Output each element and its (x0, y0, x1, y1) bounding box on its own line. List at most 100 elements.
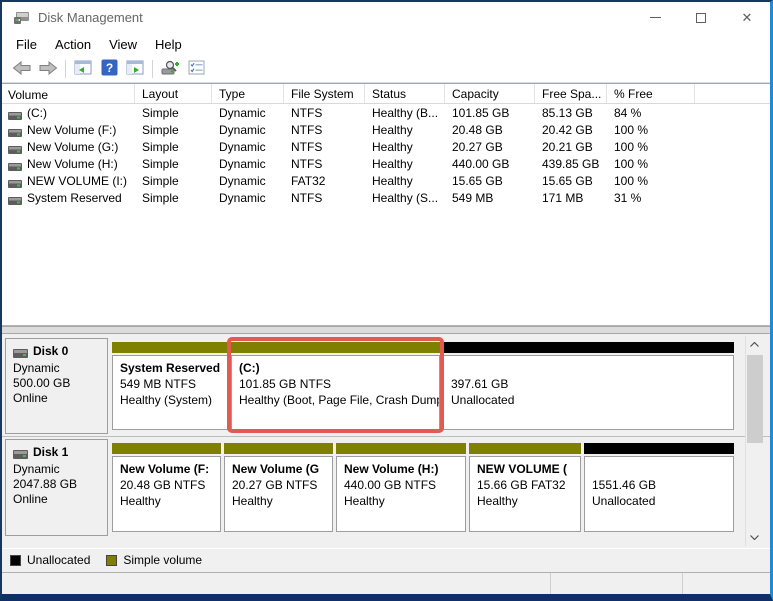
menu-bar: File Action View Help (2, 33, 770, 56)
column-header-volume[interactable]: Volume (2, 84, 135, 103)
table-row[interactable]: New Volume (H:) Simple Dynamic NTFS Heal… (2, 155, 770, 172)
partition-status: Healthy (Boot, Page File, Crash Dump (239, 392, 437, 408)
close-button[interactable]: ✕ (724, 2, 770, 33)
menu-action[interactable]: Action (46, 35, 100, 54)
partition-unallocated[interactable]: 1551.46 GB Unallocated (584, 443, 734, 532)
close-icon: ✕ (742, 10, 753, 26)
partition-status: Healthy (477, 493, 578, 509)
cell-type: Dynamic (212, 123, 284, 137)
disk-0-row: Disk 0 Dynamic 500.00 GB Online System R… (2, 336, 770, 437)
status-bar (2, 573, 770, 594)
scroll-down-button[interactable] (746, 529, 764, 546)
table-row[interactable]: (C:) Simple Dynamic NTFS Healthy (B... 1… (2, 104, 770, 121)
back-button[interactable] (9, 58, 35, 81)
disk-0-label[interactable]: Disk 0 Dynamic 500.00 GB Online (5, 338, 108, 434)
volume-name: NEW VOLUME (I:) (27, 174, 127, 188)
partition-i-drive[interactable]: NEW VOLUME ( 15.66 GB FAT32 Healthy (469, 443, 581, 532)
menu-file[interactable]: File (7, 35, 46, 54)
partition-h-drive[interactable]: New Volume (H:) 440.00 GB NTFS Healthy (336, 443, 466, 532)
column-header-file-system[interactable]: File System (284, 84, 365, 103)
partition-detail: 20.27 GB NTFS (232, 477, 330, 493)
disk-size: 500.00 GB (13, 376, 103, 391)
disk-1-label[interactable]: Disk 1 Dynamic 2047.88 GB Online (5, 439, 108, 536)
cell-type: Dynamic (212, 174, 284, 188)
disk-view-button[interactable] (157, 58, 183, 81)
menu-view[interactable]: View (100, 35, 146, 54)
disk-icon (13, 448, 28, 457)
vertical-scrollbar[interactable] (745, 336, 763, 546)
pane-splitter[interactable] (2, 326, 770, 334)
chevron-up-icon (750, 342, 759, 347)
partition-f-drive[interactable]: New Volume (F: 20.48 GB NTFS Healthy (112, 443, 221, 532)
partition-status: Healthy (232, 493, 330, 509)
help-button[interactable]: ? (96, 58, 122, 81)
partition-detail: 397.61 GB (451, 376, 731, 392)
disk-icon (13, 347, 28, 356)
partition-detail: 1551.46 GB (592, 477, 731, 493)
disk-kind: Dynamic (13, 462, 103, 477)
cell-status: Healthy (365, 140, 445, 154)
disk-management-window: Disk Management ✕ File Action View Help (0, 0, 773, 601)
column-header-type[interactable]: Type (212, 84, 284, 103)
partition-g-drive[interactable]: New Volume (G 20.27 GB NTFS Healthy (224, 443, 333, 532)
legend-bar: Unallocated Simple volume (2, 548, 770, 573)
partition-unallocated[interactable]: 397.61 GB Unallocated (443, 342, 734, 430)
disk-0-partitions: System Reserved 549 MB NTFS Healthy (Sys… (108, 338, 738, 434)
help-icon: ? (101, 59, 118, 79)
scrollbar-track[interactable] (746, 353, 764, 529)
cell-capacity: 20.48 GB (445, 123, 535, 137)
graphical-view: Disk 0 Dynamic 500.00 GB Online System R… (2, 334, 770, 548)
cell-type: Dynamic (212, 106, 284, 120)
disk-name: Disk 1 (33, 445, 68, 459)
legend-label: Unallocated (27, 553, 90, 567)
maximize-button[interactable] (678, 2, 724, 33)
unallocated-swatch-icon (10, 555, 21, 566)
table-row[interactable]: New Volume (F:) Simple Dynamic NTFS Heal… (2, 121, 770, 138)
column-header-pct-free[interactable]: % Free (607, 84, 695, 103)
table-row[interactable]: New Volume (G:) Simple Dynamic NTFS Heal… (2, 138, 770, 155)
minimize-icon (650, 17, 661, 18)
table-row[interactable]: NEW VOLUME (I:) Simple Dynamic FAT32 Hea… (2, 172, 770, 189)
column-header-status[interactable]: Status (365, 84, 445, 103)
partition-color-bar (231, 342, 440, 353)
partition-status: Healthy (344, 493, 463, 509)
partition-detail: 20.48 GB NTFS (120, 477, 218, 493)
forward-arrow-icon (38, 61, 58, 78)
disk-state: Online (13, 492, 103, 507)
column-header-layout[interactable]: Layout (135, 84, 212, 103)
partition-status: Unallocated (451, 392, 731, 408)
back-arrow-icon (12, 61, 32, 78)
cell-type: Dynamic (212, 191, 284, 205)
action-pane-button[interactable] (122, 58, 148, 81)
forward-button[interactable] (35, 58, 61, 81)
partition-system-reserved[interactable]: System Reserved 549 MB NTFS Healthy (Sys… (112, 342, 228, 430)
volume-name: (C:) (27, 106, 47, 120)
table-row[interactable]: System Reserved Simple Dynamic NTFS Heal… (2, 189, 770, 206)
cell-type: Dynamic (212, 157, 284, 171)
disk-state: Online (13, 391, 103, 406)
partition-color-bar (469, 443, 581, 454)
volume-icon (8, 160, 22, 168)
column-header-free-space[interactable]: Free Spa... (535, 84, 607, 103)
cell-file-system: NTFS (284, 106, 365, 120)
console-tree-button[interactable] (70, 58, 96, 81)
volume-list: Volume Layout Type File System Status Ca… (2, 83, 770, 326)
minimize-button[interactable] (632, 2, 678, 33)
partition-color-bar (584, 443, 734, 454)
legend-label: Simple volume (123, 553, 202, 567)
cell-capacity: 15.65 GB (445, 174, 535, 188)
volume-name: New Volume (H:) (27, 157, 118, 171)
partition-c-drive[interactable]: (C:) 101.85 GB NTFS Healthy (Boot, Page … (231, 342, 440, 430)
toolbar: ? (2, 56, 770, 83)
cell-capacity: 549 MB (445, 191, 535, 205)
menu-help[interactable]: Help (146, 35, 191, 54)
properties-button[interactable] (183, 58, 209, 81)
cell-file-system: NTFS (284, 157, 365, 171)
scrollbar-thumb[interactable] (747, 355, 763, 443)
partition-detail: 101.85 GB NTFS (239, 376, 437, 392)
volume-icon (8, 194, 22, 202)
scroll-up-button[interactable] (746, 336, 764, 353)
column-header-capacity[interactable]: Capacity (445, 84, 535, 103)
cell-status: Healthy (365, 174, 445, 188)
maximize-icon (696, 13, 706, 23)
